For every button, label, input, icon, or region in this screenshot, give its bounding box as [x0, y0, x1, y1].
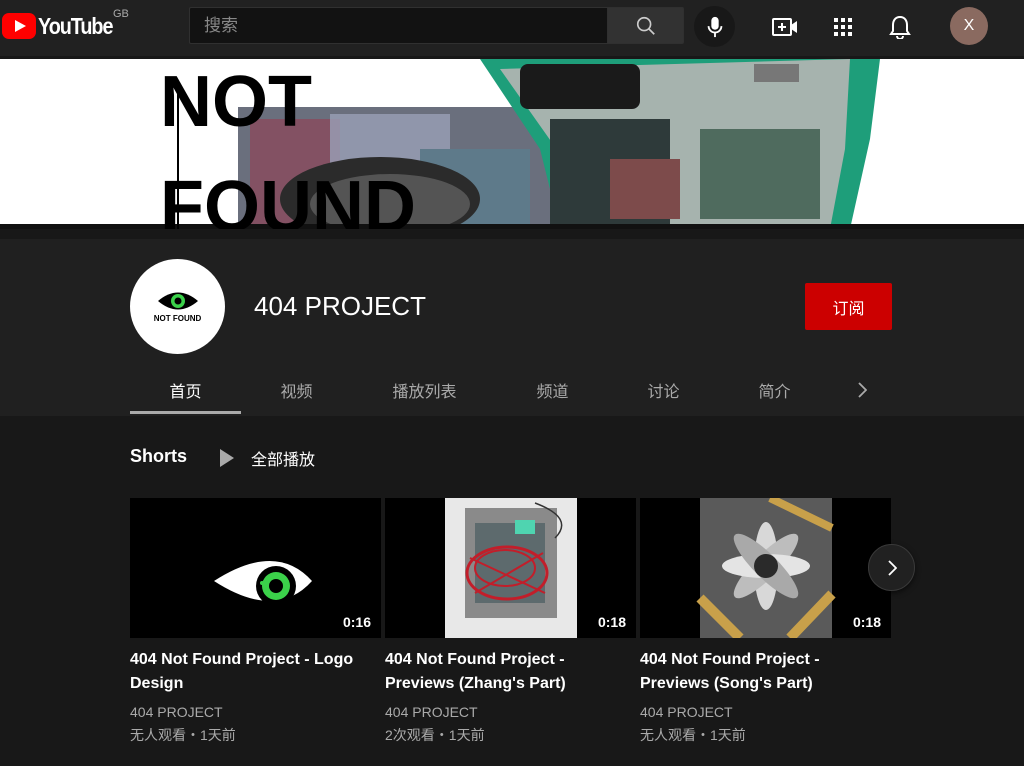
- video-duration: 0:16: [342, 614, 371, 630]
- play-icon: [220, 449, 234, 467]
- create-video-icon: [772, 18, 797, 36]
- search-input[interactable]: [190, 8, 607, 43]
- video-channel[interactable]: 404 PROJECT: [130, 704, 381, 720]
- bell-icon: [889, 15, 911, 39]
- video-title[interactable]: 404 Not Found Project - Previews (Zhang'…: [385, 648, 625, 696]
- eye-logo-icon: [157, 292, 198, 310]
- video-channel[interactable]: 404 PROJECT: [385, 704, 636, 720]
- video-meta: 无人观看・1天前: [640, 727, 746, 743]
- video-meta: 无人观看・1天前: [130, 727, 236, 743]
- apps-grid-icon: [834, 18, 852, 36]
- shelf-next-button[interactable]: [868, 544, 915, 591]
- shorts-section-title: Shorts: [130, 446, 188, 466]
- banner-text-found: FOUND: [160, 167, 416, 229]
- account-avatar[interactable]: X: [950, 7, 988, 45]
- active-tab-indicator: [130, 411, 241, 414]
- region-code: GB: [113, 8, 129, 20]
- play-all-button[interactable]: 全部播放: [220, 446, 315, 470]
- play-all-label: 全部播放: [251, 452, 316, 469]
- video-title[interactable]: 404 Not Found Project - Previews (Song's…: [640, 648, 880, 696]
- apps-button[interactable]: [830, 14, 856, 40]
- search-button[interactable]: [607, 7, 684, 44]
- short-thumbnail[interactable]: 0:18: [385, 498, 636, 638]
- video-channel[interactable]: 404 PROJECT: [640, 704, 891, 720]
- banner-artwork: NOT FOUND: [0, 59, 1024, 229]
- create-button[interactable]: [772, 14, 798, 40]
- short-card[interactable]: 0:18 404 Not Found Project - Previews (S…: [640, 498, 891, 745]
- search-box: [189, 7, 607, 44]
- mic-icon: [707, 16, 722, 37]
- short-card[interactable]: 0:18 404 Not Found Project - Previews (Z…: [385, 498, 636, 745]
- chevron-right-icon: [887, 559, 897, 576]
- masthead: YouTube GB X: [0, 0, 1024, 56]
- notifications-button[interactable]: [887, 14, 913, 40]
- avatar-label: NOT FOUND: [153, 314, 202, 323]
- short-card[interactable]: 0:16 404 Not Found Project - Logo Design…: [130, 498, 381, 745]
- channel-header: NOT FOUND 404 PROJECT 订阅 首页 视频 播放列表 频道 讨…: [0, 239, 1024, 416]
- channel-banner: NOT FOUND: [0, 59, 1024, 229]
- video-title[interactable]: 404 Not Found Project - Logo Design: [130, 648, 370, 696]
- video-meta: 2次观看・1天前: [385, 727, 485, 743]
- tabs-scroll-right-button[interactable]: [842, 366, 882, 414]
- tab-about[interactable]: 简介: [719, 366, 830, 414]
- tab-videos[interactable]: 视频: [241, 366, 352, 414]
- video-duration: 0:18: [597, 614, 626, 630]
- banner-text-not: NOT: [160, 62, 312, 142]
- channel-name: 404 PROJECT: [254, 291, 426, 321]
- search-icon: [636, 16, 655, 35]
- tab-discussion[interactable]: 讨论: [608, 366, 719, 414]
- voice-search-button[interactable]: [694, 6, 735, 47]
- subscribe-button[interactable]: 订阅: [805, 283, 892, 330]
- short-thumbnail[interactable]: 0:18: [640, 498, 891, 638]
- youtube-logo[interactable]: YouTube: [2, 11, 125, 41]
- chevron-right-icon: [858, 382, 867, 398]
- tab-playlists[interactable]: 播放列表: [352, 366, 497, 414]
- logo-text: YouTube: [38, 12, 113, 39]
- tab-channels[interactable]: 频道: [497, 366, 608, 414]
- video-duration: 0:18: [852, 614, 881, 630]
- youtube-play-icon: [2, 13, 36, 39]
- short-thumbnail[interactable]: 0:16: [130, 498, 381, 638]
- channel-avatar[interactable]: NOT FOUND: [130, 259, 225, 354]
- tab-home[interactable]: 首页: [130, 366, 241, 414]
